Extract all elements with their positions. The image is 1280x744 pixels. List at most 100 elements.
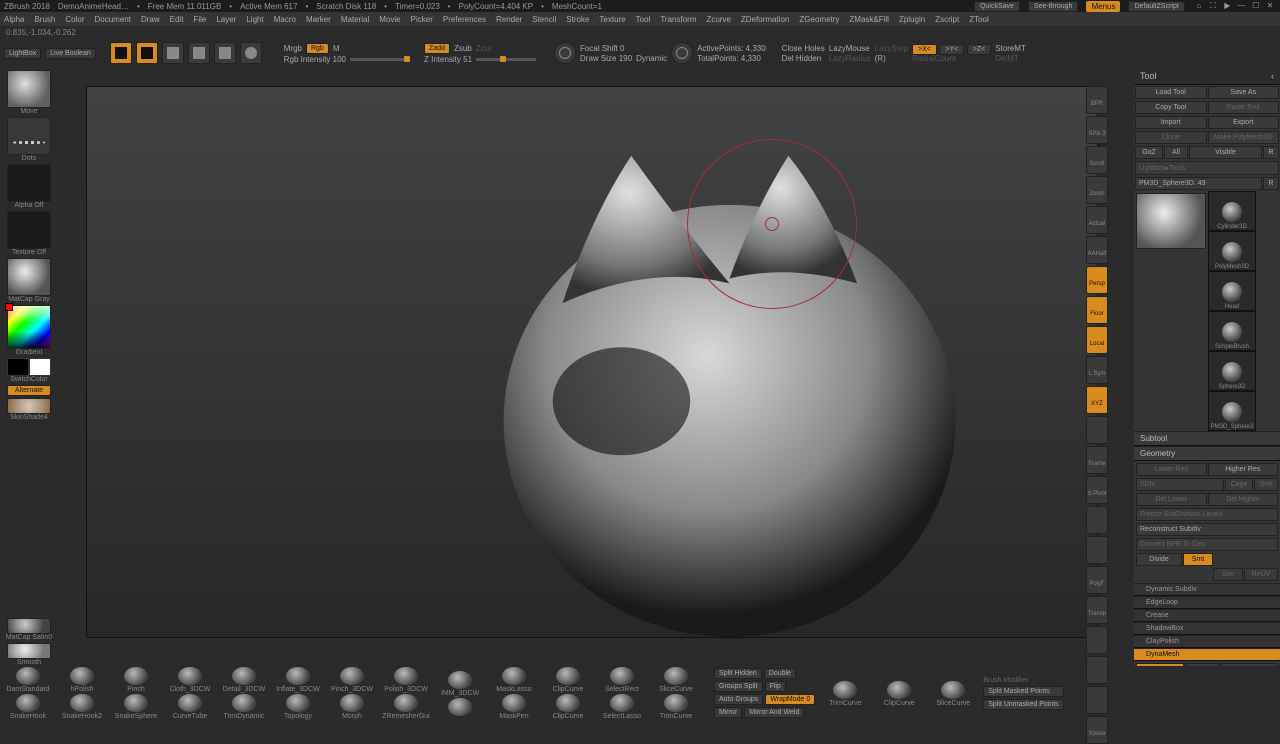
goz-visible-button[interactable]: Visible	[1189, 146, 1262, 159]
texture-preview[interactable]	[7, 211, 51, 249]
m-label[interactable]: M	[333, 44, 340, 53]
lightbox-button[interactable]: LightBox	[4, 48, 41, 59]
geometry-section[interactable]: Geometry	[1134, 446, 1280, 461]
menu-macro[interactable]: Macro	[274, 15, 296, 24]
vicon-blank[interactable]	[1086, 626, 1108, 654]
menu-marker[interactable]: Marker	[306, 15, 331, 24]
tool-sphere3d[interactable]: Sphere3D	[1208, 351, 1256, 391]
tool-pm3d_sphere3[interactable]: PM3D_Sphere3	[1208, 391, 1256, 431]
brush-morph[interactable]: Morph	[342, 713, 362, 720]
brush-masklasso[interactable]: MaskLasso	[496, 686, 531, 693]
rgb-button[interactable]: Rgb	[306, 43, 329, 54]
vicon-persp[interactable]: Persp	[1086, 266, 1108, 294]
size-dial-icon[interactable]	[671, 42, 693, 64]
brush-selectrect[interactable]: SelectRect	[605, 686, 639, 693]
expand-icon[interactable]: ⛶	[1207, 1, 1219, 11]
mirrorweld-button[interactable]: Mirror And Weld	[744, 707, 804, 718]
lower-res-button[interactable]: Lower Res	[1136, 463, 1207, 476]
menu-alpha[interactable]: Alpha	[4, 15, 24, 24]
vicon-s-pivot[interactable]: S.Pivot	[1086, 476, 1108, 504]
goz-r-button[interactable]: R	[1263, 146, 1279, 159]
vicon-local[interactable]: Local	[1086, 326, 1108, 354]
higher-res-button[interactable]: Higher Res	[1208, 463, 1279, 476]
z-intensity-slider[interactable]	[476, 58, 536, 61]
goz-all-button[interactable]: All	[1164, 146, 1188, 159]
liveboolean-button[interactable]: Live Boolean	[45, 48, 95, 59]
menu-zdeformation[interactable]: ZDeformation	[741, 15, 789, 24]
vicon-floor[interactable]: Floor	[1086, 296, 1108, 324]
menu-stencil[interactable]: Stencil	[532, 15, 556, 24]
vicon-blank[interactable]	[1086, 686, 1108, 714]
focal-dial-icon[interactable]	[554, 42, 576, 64]
vicon-blank[interactable]	[1086, 506, 1108, 534]
freeze-subdiv-button[interactable]: Freeze SubDivision Levels	[1136, 508, 1278, 521]
shadowbox-section[interactable]: ShadowBox	[1134, 622, 1280, 635]
brush-pinch[interactable]: Pinch	[127, 686, 145, 693]
brush-hpolish[interactable]: hPolish	[71, 686, 94, 693]
vicon-spix-3[interactable]: SPix 3	[1086, 116, 1108, 144]
menu-zplugin[interactable]: Zplugin	[899, 15, 925, 24]
skinshade-swatch[interactable]	[7, 398, 51, 414]
vicon-l-sym[interactable]: L.Sym	[1086, 356, 1108, 384]
reconstruct-button[interactable]: Reconstruct Subdiv	[1136, 523, 1278, 536]
brush-trimcurve[interactable]: TrimCurve	[660, 713, 692, 720]
splitmasked-button[interactable]: Split Masked Points	[983, 686, 1063, 697]
wrapmode-button[interactable]: WrapMode 0	[765, 694, 815, 705]
menu-layer[interactable]: Layer	[216, 15, 236, 24]
foreground-background-swatch[interactable]	[7, 358, 51, 376]
suv-button[interactable]: Suv	[1213, 568, 1243, 581]
menu-stroke[interactable]: Stroke	[566, 15, 589, 24]
zadd-button[interactable]: Zadd	[424, 43, 450, 54]
active-tool-thumbnail[interactable]	[1136, 193, 1206, 249]
lazymouse-button[interactable]: LazyMouse	[829, 44, 871, 53]
tool-head[interactable]: Head	[1208, 271, 1256, 311]
dynamesh-button[interactable]: DynaMesh	[1136, 663, 1184, 666]
menu-transform[interactable]: Transform	[660, 15, 696, 24]
groupssplit-button[interactable]: Groups Split	[714, 681, 763, 692]
tool-polymesh3d[interactable]: PolyMesh3D	[1208, 231, 1256, 271]
slicecurve-button[interactable]: SliceCurve	[936, 700, 970, 707]
smooth-swatch[interactable]	[7, 643, 51, 659]
move-mode-icon[interactable]	[110, 42, 132, 64]
double-button[interactable]: Double	[764, 668, 796, 679]
storemt-button[interactable]: StoreMT	[995, 44, 1026, 53]
load-tool-button[interactable]: Load Tool	[1135, 86, 1207, 99]
tool-r-button[interactable]: R	[1263, 177, 1279, 190]
edgeloop-section[interactable]: EdgeLoop	[1134, 596, 1280, 609]
cage-button[interactable]: Cage	[1225, 478, 1253, 491]
crease-section[interactable]: Crease	[1134, 609, 1280, 622]
r-label[interactable]: (R)	[875, 54, 908, 63]
menu-edit[interactable]: Edit	[170, 15, 184, 24]
menu-light[interactable]: Light	[246, 15, 263, 24]
smt2-button[interactable]: Smt	[1183, 553, 1213, 566]
default-zscript[interactable]: DefaultZScript	[1128, 1, 1184, 12]
material-preview[interactable]	[7, 258, 51, 296]
menu-document[interactable]: Document	[95, 15, 131, 24]
brush-zremeshergui[interactable]: ZRemesherGui	[382, 713, 429, 720]
play-icon[interactable]: ▶	[1221, 1, 1233, 10]
menu-brush[interactable]: Brush	[34, 15, 55, 24]
menu-zscript[interactable]: Zscript	[935, 15, 959, 24]
move-icon[interactable]	[162, 42, 184, 64]
quicksave-button[interactable]: QuickSave	[974, 1, 1020, 12]
goz-button[interactable]: GoZ	[1135, 146, 1163, 159]
max-icon[interactable]: ☐	[1250, 1, 1262, 10]
del-higher-button[interactable]: Del Higher	[1208, 493, 1279, 506]
brush-preview[interactable]	[7, 70, 51, 108]
menu-draw[interactable]: Draw	[141, 15, 160, 24]
canvas[interactable]	[86, 86, 1098, 638]
brush-selectlasso[interactable]: SelectLasso	[603, 713, 641, 720]
menu-render[interactable]: Render	[496, 15, 522, 24]
stroke-preview[interactable]	[7, 117, 51, 155]
menu-color[interactable]: Color	[65, 15, 84, 24]
groups-button[interactable]: Groups	[1185, 663, 1219, 666]
divide-button[interactable]: Divide	[1136, 553, 1182, 566]
brush-maskpen[interactable]: MaskPen	[499, 713, 528, 720]
brush-cloth_3dcw[interactable]: Cloth_3DCW	[170, 686, 211, 693]
brush-imm_3dcw[interactable]: IMM_3DCW	[441, 690, 479, 697]
del-lower-button[interactable]: Del Lower	[1136, 493, 1207, 506]
subtool-section[interactable]: Subtool	[1134, 431, 1280, 446]
brush-topology[interactable]: Topology	[284, 713, 312, 720]
tool-name-field[interactable]: PM3D_Sphere3D. 49	[1135, 177, 1262, 190]
menu-texture[interactable]: Texture	[599, 15, 625, 24]
